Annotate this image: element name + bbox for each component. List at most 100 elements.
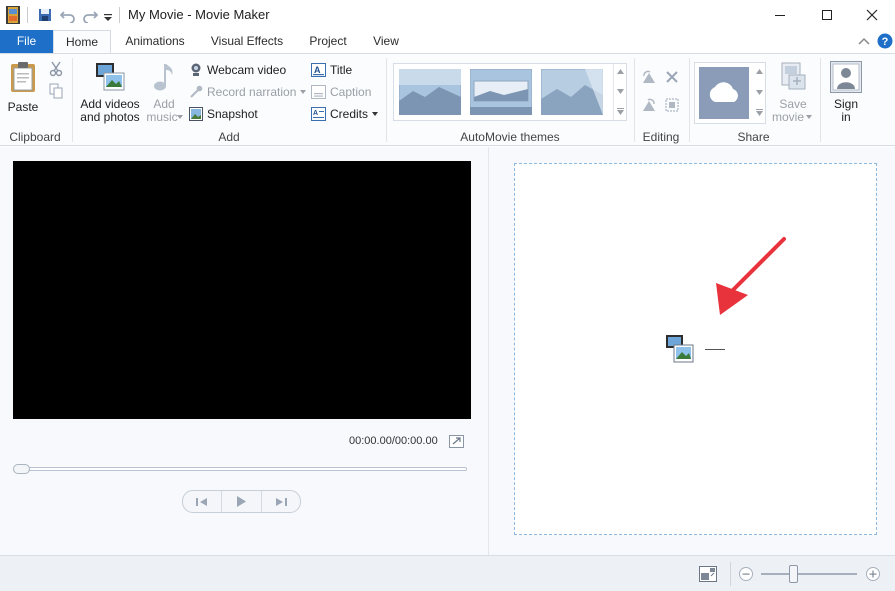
ribbon: Paste Clipboard Add videos and photos Ad… xyxy=(0,53,895,146)
separator xyxy=(27,7,28,23)
save-icon[interactable] xyxy=(38,7,52,23)
maximize-icon xyxy=(822,10,832,20)
next-frame-button[interactable] xyxy=(262,491,300,512)
status-separator xyxy=(730,562,731,586)
title-button[interactable]: A Title xyxy=(311,61,352,79)
credits-label: Credits xyxy=(330,107,369,121)
video-preview[interactable] xyxy=(13,161,471,419)
add-videos-photos-button[interactable]: Add videos and photos xyxy=(77,58,143,126)
credits-icon: A xyxy=(311,107,326,121)
credits-button[interactable]: A Credits xyxy=(311,105,379,123)
gallery-more-icon xyxy=(617,108,624,115)
zoom-in-icon[interactable] xyxy=(865,566,881,582)
theme-thumbnail-default[interactable] xyxy=(399,69,461,115)
editing-group-label: Editing xyxy=(642,130,680,144)
seek-bar[interactable] xyxy=(14,467,467,471)
seek-thumb[interactable] xyxy=(13,464,30,474)
close-icon xyxy=(866,9,878,21)
paste-icon xyxy=(11,62,35,92)
add-music-button[interactable]: Add music xyxy=(145,58,183,126)
save-movie-icon xyxy=(781,62,806,90)
group-separator xyxy=(386,58,387,142)
share-up-icon[interactable] xyxy=(756,69,763,74)
playback-controls xyxy=(182,490,301,513)
add-music-line2: music xyxy=(146,110,178,124)
tab-project[interactable]: Project xyxy=(300,30,356,53)
minimize-icon xyxy=(775,15,785,16)
paste-button[interactable]: Paste xyxy=(4,58,42,118)
title-icon: A xyxy=(311,63,326,77)
caption-button[interactable]: Caption xyxy=(311,83,371,101)
record-narration-button[interactable]: Record narration xyxy=(189,83,307,101)
share-more-icon[interactable] xyxy=(756,109,763,116)
tab-home[interactable]: Home xyxy=(53,30,111,54)
caption-label: Caption xyxy=(330,85,372,99)
tab-animations[interactable]: Animations xyxy=(116,30,194,53)
theme-thumbnail-cinematic[interactable] xyxy=(541,69,603,115)
record-narration-label: Record narration xyxy=(207,85,297,99)
undo-icon[interactable] xyxy=(60,7,76,23)
movie-maker-app-icon[interactable] xyxy=(6,6,20,24)
customize-qat-icon[interactable] xyxy=(103,7,113,23)
redo-icon[interactable] xyxy=(82,7,98,23)
zoom-slider-track[interactable] xyxy=(761,573,857,575)
next-frame-icon xyxy=(275,497,287,506)
onedrive-share-button[interactable] xyxy=(699,67,749,119)
pane-splitter[interactable] xyxy=(488,147,489,555)
tab-file[interactable]: File xyxy=(0,30,53,53)
microphone-icon xyxy=(190,85,203,98)
automovie-themes-group-label: AutoMovie themes xyxy=(460,130,560,144)
add-videos-photos-icon xyxy=(96,63,125,91)
title-label: Title xyxy=(330,63,353,77)
previous-frame-button[interactable] xyxy=(183,491,223,512)
select-all-icon[interactable] xyxy=(665,98,679,112)
fullscreen-preview-icon[interactable] xyxy=(449,435,464,448)
dropdown-arrow-icon xyxy=(177,115,183,119)
title-bar: My Movie - Movie Maker xyxy=(0,0,895,30)
maximize-button[interactable] xyxy=(804,0,850,30)
zoom-out-icon[interactable] xyxy=(738,566,754,582)
sign-in-button[interactable]: Sign in xyxy=(826,58,866,126)
help-icon[interactable]: ? xyxy=(877,33,893,49)
group-separator xyxy=(820,58,821,142)
rotate-left-icon[interactable] xyxy=(641,70,657,84)
play-button[interactable] xyxy=(222,491,262,512)
cloud-icon xyxy=(709,82,738,102)
user-avatar-icon xyxy=(830,61,862,93)
zoom-slider-thumb[interactable] xyxy=(788,565,798,583)
webcam-video-button[interactable]: Webcam video xyxy=(189,61,286,79)
copy-icon[interactable] xyxy=(49,83,63,99)
previous-frame-icon xyxy=(196,497,208,506)
close-button[interactable] xyxy=(849,0,895,30)
group-separator xyxy=(634,58,635,142)
tab-view[interactable]: View xyxy=(364,30,408,53)
paste-label: Paste xyxy=(7,100,39,114)
svg-text:?: ? xyxy=(882,36,889,48)
save-movie-button[interactable]: Save movie xyxy=(770,58,816,126)
gallery-up-icon xyxy=(617,69,624,74)
snapshot-button[interactable]: Snapshot xyxy=(189,105,258,123)
cut-icon[interactable] xyxy=(49,61,63,77)
add-videos-photos-hint-icon[interactable] xyxy=(665,334,695,364)
minimize-button[interactable] xyxy=(757,0,803,30)
thumbnail-size-icon[interactable] xyxy=(699,566,717,582)
share-gallery xyxy=(694,62,766,124)
dropdown-arrow-icon xyxy=(372,112,379,116)
timecode: 00:00.00/00:00.00 xyxy=(349,435,438,447)
storyboard-drop-area[interactable] xyxy=(514,163,877,535)
collapse-ribbon-icon[interactable] xyxy=(858,36,870,46)
share-group-label: Share xyxy=(737,130,770,144)
svg-text:A: A xyxy=(313,110,318,117)
window-title: My Movie - Movie Maker xyxy=(128,7,270,22)
webcam-icon xyxy=(191,63,201,76)
webcam-video-label: Webcam video xyxy=(207,63,287,77)
gallery-scroll[interactable] xyxy=(613,64,626,120)
theme-thumbnail-contemporary[interactable] xyxy=(470,69,532,115)
remove-icon[interactable] xyxy=(665,70,679,84)
tab-visual-effects[interactable]: Visual Effects xyxy=(202,30,292,53)
rotate-right-icon[interactable] xyxy=(641,98,657,112)
music-note-icon xyxy=(154,64,173,91)
share-down-icon[interactable] xyxy=(756,90,763,95)
dropdown-arrow-icon xyxy=(300,90,307,94)
add-group-label: Add xyxy=(218,130,240,144)
